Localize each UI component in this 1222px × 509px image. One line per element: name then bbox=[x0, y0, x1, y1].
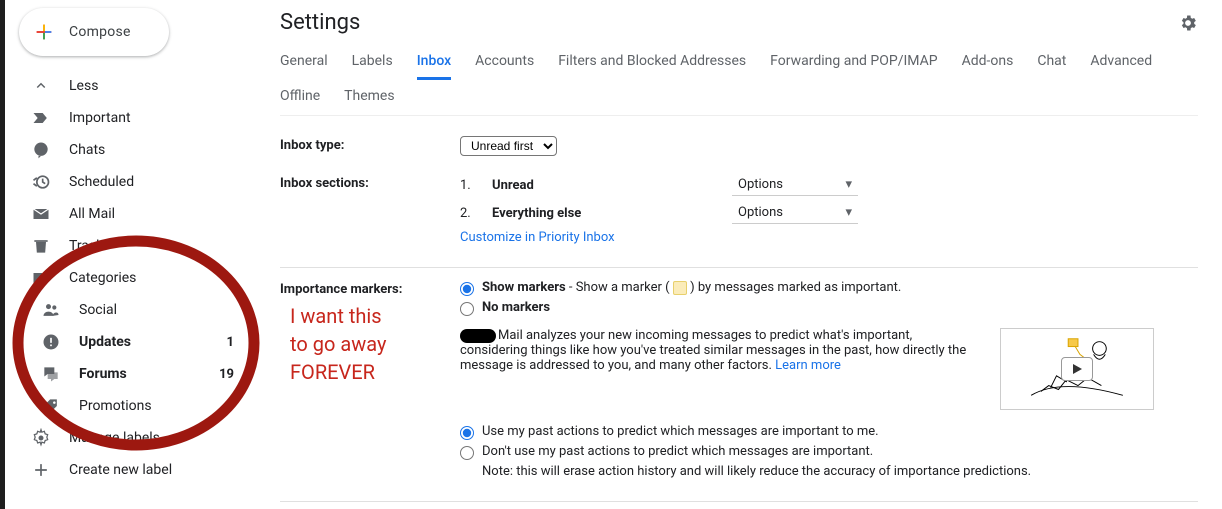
use-past-radio[interactable] bbox=[460, 426, 474, 440]
forums-icon bbox=[41, 364, 61, 384]
main-panel: Settings General Labels Inbox Accounts F… bbox=[256, 0, 1222, 509]
sidebar-category-social[interactable]: Social bbox=[9, 294, 256, 326]
importance-video-thumbnail[interactable] bbox=[1000, 328, 1154, 410]
no-markers-label: No markers bbox=[482, 300, 550, 315]
sidebar-category-forums[interactable]: Forums 19 bbox=[9, 358, 256, 390]
importance-markers-label: Importance markers: bbox=[280, 280, 460, 297]
caret-down-icon: ▾ bbox=[845, 177, 852, 192]
less-toggle[interactable]: Less bbox=[9, 70, 256, 102]
sidebar-item-chats[interactable]: Chats bbox=[9, 134, 256, 166]
tab-offline[interactable]: Offline bbox=[280, 80, 320, 115]
inbox-type-select[interactable]: Unread first bbox=[460, 136, 557, 156]
show-markers-radio[interactable] bbox=[460, 282, 474, 296]
plus-outline-icon bbox=[31, 460, 51, 480]
social-icon bbox=[41, 300, 61, 320]
sidebar-item-categories[interactable]: Categories bbox=[9, 262, 256, 294]
section-unread-row: 1. Unread Options ▾ bbox=[460, 174, 1198, 196]
gear-icon bbox=[31, 428, 51, 448]
sidebar-item-allmail[interactable]: All Mail bbox=[9, 198, 256, 230]
chats-icon bbox=[31, 140, 51, 160]
learn-more-link[interactable]: Learn more bbox=[775, 358, 841, 373]
create-new-label[interactable]: Create new label bbox=[9, 454, 256, 486]
dont-use-past-label: Don't use my past actions to predict whi… bbox=[482, 444, 873, 459]
section-everything-options[interactable]: Options ▾ bbox=[732, 202, 858, 224]
redacted-logo bbox=[460, 329, 496, 343]
dont-use-past-radio[interactable] bbox=[460, 446, 474, 460]
forums-count: 19 bbox=[219, 367, 234, 382]
inbox-sections-label: Inbox sections: bbox=[280, 174, 460, 191]
tab-chat[interactable]: Chat bbox=[1037, 45, 1066, 80]
sidebar-category-promotions[interactable]: Promotions bbox=[9, 390, 256, 422]
sidebar-item-trash[interactable]: Trash bbox=[9, 230, 256, 262]
promotions-icon bbox=[41, 396, 61, 416]
customize-priority-link[interactable]: Customize in Priority Inbox bbox=[460, 230, 1198, 245]
sidebar-item-scheduled[interactable]: Scheduled bbox=[9, 166, 256, 198]
tab-labels[interactable]: Labels bbox=[352, 45, 393, 80]
no-markers-radio[interactable] bbox=[460, 302, 474, 316]
categories-icon bbox=[31, 268, 51, 288]
importance-marker-icon bbox=[673, 281, 687, 295]
manage-labels[interactable]: Manage labels bbox=[9, 422, 256, 454]
sidebar: Compose Less Important Chats Scheduled A… bbox=[0, 0, 256, 509]
show-markers-label: Show markers - Show a marker ( ) by mess… bbox=[482, 280, 901, 295]
compose-button[interactable]: Compose bbox=[19, 8, 169, 56]
use-past-label: Use my past actions to predict which mes… bbox=[482, 424, 879, 439]
chevron-up-icon bbox=[31, 76, 51, 96]
mail-icon bbox=[31, 204, 51, 224]
analyze-description: Mail analyzes your new incoming messages… bbox=[460, 328, 980, 373]
compose-label: Compose bbox=[69, 24, 131, 40]
less-label: Less bbox=[69, 78, 240, 94]
inbox-type-label: Inbox type: bbox=[280, 136, 460, 153]
play-icon bbox=[1061, 357, 1093, 381]
important-icon bbox=[31, 108, 51, 128]
tab-filters[interactable]: Filters and Blocked Addresses bbox=[558, 45, 746, 80]
updates-icon bbox=[41, 332, 61, 352]
scheduled-icon bbox=[31, 172, 51, 192]
plus-icon bbox=[33, 21, 55, 43]
page-title: Settings bbox=[280, 10, 360, 35]
tab-general[interactable]: General bbox=[280, 45, 328, 80]
tab-accounts[interactable]: Accounts bbox=[475, 45, 534, 80]
dont-use-note: Note: this will erase action history and… bbox=[482, 464, 1198, 479]
settings-tabs: General Labels Inbox Accounts Filters an… bbox=[280, 45, 1198, 116]
sidebar-category-updates[interactable]: Updates 1 bbox=[9, 326, 256, 358]
tab-advanced[interactable]: Advanced bbox=[1090, 45, 1152, 80]
section-everything-row: 2. Everything else Options ▾ bbox=[460, 202, 1198, 224]
section-unread-options[interactable]: Options ▾ bbox=[732, 174, 858, 196]
tab-themes[interactable]: Themes bbox=[344, 80, 394, 115]
tab-forwarding[interactable]: Forwarding and POP/IMAP bbox=[770, 45, 937, 80]
updates-count: 1 bbox=[227, 335, 234, 350]
tab-inbox[interactable]: Inbox bbox=[417, 45, 451, 80]
caret-down-icon: ▾ bbox=[845, 205, 852, 220]
trash-icon bbox=[31, 236, 51, 256]
sidebar-item-important[interactable]: Important bbox=[9, 102, 256, 134]
settings-gear-icon[interactable] bbox=[1178, 13, 1198, 33]
tab-addons[interactable]: Add-ons bbox=[962, 45, 1014, 80]
